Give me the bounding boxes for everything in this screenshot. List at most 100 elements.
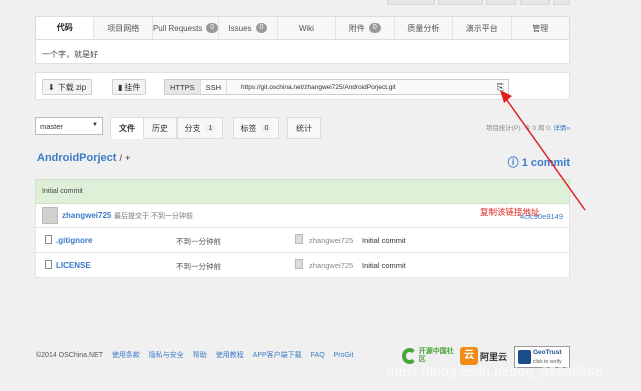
info-icon: ⓘ <box>507 157 519 169</box>
last-commit-message: Initial commit <box>35 179 570 204</box>
tab-network[interactable]: 项目网络 <box>94 17 153 39</box>
oschina-logo[interactable]: 开源中国社区 <box>402 346 454 366</box>
header-stub-2 <box>438 0 483 5</box>
file-author: zhangwei725 <box>309 261 354 270</box>
tab-label: 项目网络 <box>107 23 140 33</box>
tab-attachments[interactable]: 附件 0 <box>336 17 395 39</box>
tab-demo[interactable]: 演示平台 <box>453 17 512 39</box>
stats-text: 项目统计(P): 今 0 周 0; <box>485 125 554 132</box>
clone-url-input[interactable]: https://git.oschina.net/zhangwei725/Andr… <box>227 84 396 91</box>
file-name-link[interactable]: .gitignore <box>56 236 92 245</box>
tab-label: 文件 <box>119 123 135 133</box>
tab-history[interactable]: 历史 <box>143 117 177 139</box>
file-commit-message[interactable]: Initial commit <box>362 236 406 245</box>
tab-wiki[interactable]: Wiki <box>278 17 337 39</box>
file-icon <box>45 235 52 244</box>
project-description: 一个字，就是好 <box>35 40 570 64</box>
project-stats: 项目统计(P): 今 0 周 0; 详情» <box>486 122 570 132</box>
branch-value: master <box>40 122 63 131</box>
oschina-logo-text: 开源中国社区 <box>418 348 454 363</box>
aliyun-logo-icon: 云 <box>460 347 478 365</box>
tab-label: 演示平台 <box>465 23 498 33</box>
button-label: 下载 zip <box>57 82 87 92</box>
file-list: Initial commit zhangwei725 最后提交于 不到一分钟前 … <box>35 179 570 278</box>
tab-label: 分支 <box>184 123 201 133</box>
path-separator: / <box>119 153 123 163</box>
widget-button[interactable]: ▮ 挂件 <box>112 79 147 95</box>
download-zip-button[interactable]: ⬇ 下载 zip <box>42 79 93 95</box>
clone-url-box: HTTPS SSH https://git.oschina.net/zhangw… <box>164 79 509 95</box>
tab-label: 质量分析 <box>407 23 440 33</box>
tab-stats[interactable]: 统计 <box>287 117 321 139</box>
chevron-down-icon: ▼ <box>92 122 98 128</box>
file-time: 不到一分钟前 <box>176 262 221 271</box>
tab-label: Wiki <box>298 23 314 33</box>
tab-files[interactable]: 文件 <box>110 117 144 139</box>
project-tabs: 代码 项目网络 Pull Requests 0 Issues 0 Wiki 附件 0 … <box>35 16 570 40</box>
file-author: zhangwei725 <box>309 236 354 245</box>
header-stub-5 <box>553 0 570 5</box>
aliyun-logo[interactable]: 云 阿里云 <box>460 346 510 366</box>
tab-label: 标签 <box>240 123 257 133</box>
footer-link-tutorial[interactable]: 使用教程 <box>216 352 244 359</box>
stats-details-link[interactable]: 详情» <box>553 125 570 132</box>
footer-link-privacy[interactable]: 隐私与安全 <box>149 352 184 359</box>
ssh-button[interactable]: SSH <box>201 80 228 94</box>
footer-link-app[interactable]: APP客户端下载 <box>253 352 302 359</box>
count-badge: 0 <box>368 23 381 33</box>
commit-time: 最后提交于 不到一分钟前 <box>114 213 193 220</box>
tab-code[interactable]: 代码 <box>36 17 95 39</box>
repo-title: AndroidPorject / + <box>37 152 130 164</box>
footer: ©2014 OSChina.NET 使用条款 隐私与安全 帮助 使用教程 APP… <box>36 350 353 360</box>
commit-author-link[interactable]: zhangwei725 <box>62 211 111 220</box>
tab-label: Issues <box>228 23 252 33</box>
file-row: LICENSE 不到一分钟前 zhangwei725 Initial commi… <box>35 253 570 278</box>
repo-name-link[interactable]: AndroidPorject <box>37 152 116 164</box>
tab-label: Pull Requests <box>152 23 203 33</box>
count-badge: 0 <box>255 23 268 33</box>
count-badge: 0 <box>261 124 272 132</box>
file-commit-message[interactable]: Initial commit <box>362 261 406 270</box>
avatar <box>42 207 58 224</box>
count-badge: 1 <box>205 124 216 132</box>
tab-label: 历史 <box>152 123 168 133</box>
bookmark-icon: ▮ <box>118 82 123 92</box>
avatar <box>295 259 303 269</box>
tab-manage[interactable]: 管理 <box>512 17 569 39</box>
commit-count: 1 commit <box>521 157 570 169</box>
file-time: 不到一分钟前 <box>176 237 221 246</box>
tab-label: 代码 <box>56 22 73 32</box>
file-name-link[interactable]: LICENSE <box>56 261 91 270</box>
button-label: 挂件 <box>124 82 141 92</box>
branch-select[interactable]: master ▼ <box>35 117 103 135</box>
tab-branches[interactable]: 分支 1 <box>177 117 223 139</box>
tab-quality[interactable]: 质量分析 <box>395 17 454 39</box>
download-icon: ⬇ <box>48 82 55 92</box>
shield-icon <box>518 350 531 364</box>
footer-link-progit[interactable]: ProGit <box>334 352 354 359</box>
tab-issues[interactable]: Issues 0 <box>219 17 278 39</box>
tab-label: 附件 <box>348 23 365 33</box>
https-button[interactable]: HTTPS <box>165 80 201 94</box>
header-stub-1 <box>387 0 435 5</box>
annotation-text: 复制该链接地址 <box>480 207 540 217</box>
oschina-logo-icon <box>402 348 417 364</box>
header-stub-4 <box>520 0 550 5</box>
footer-link-faq[interactable]: FAQ <box>311 352 325 359</box>
avatar <box>295 234 303 244</box>
aliyun-logo-text: 阿里云 <box>480 351 508 362</box>
header-stub-3 <box>486 0 516 5</box>
geotrust-text: GeoTrust <box>533 349 562 356</box>
copy-icon[interactable]: ⎘ <box>497 82 504 93</box>
count-badge: 0 <box>206 23 219 33</box>
commit-count-link[interactable]: ⓘ 1 commit <box>508 154 570 170</box>
file-icon <box>45 260 52 269</box>
footer-link-terms[interactable]: 使用条款 <box>112 352 140 359</box>
watermark: https://blog.csdn.net/qq_35636998 <box>387 364 603 379</box>
file-row: .gitignore 不到一分钟前 zhangwei725 Initial co… <box>35 228 570 253</box>
tab-label: 统计 <box>296 123 312 133</box>
footer-link-help[interactable]: 帮助 <box>193 352 207 359</box>
tab-tags[interactable]: 标签 0 <box>233 117 279 139</box>
tab-pull-requests[interactable]: Pull Requests 0 <box>152 17 220 39</box>
add-file-button[interactable]: + <box>125 153 130 163</box>
